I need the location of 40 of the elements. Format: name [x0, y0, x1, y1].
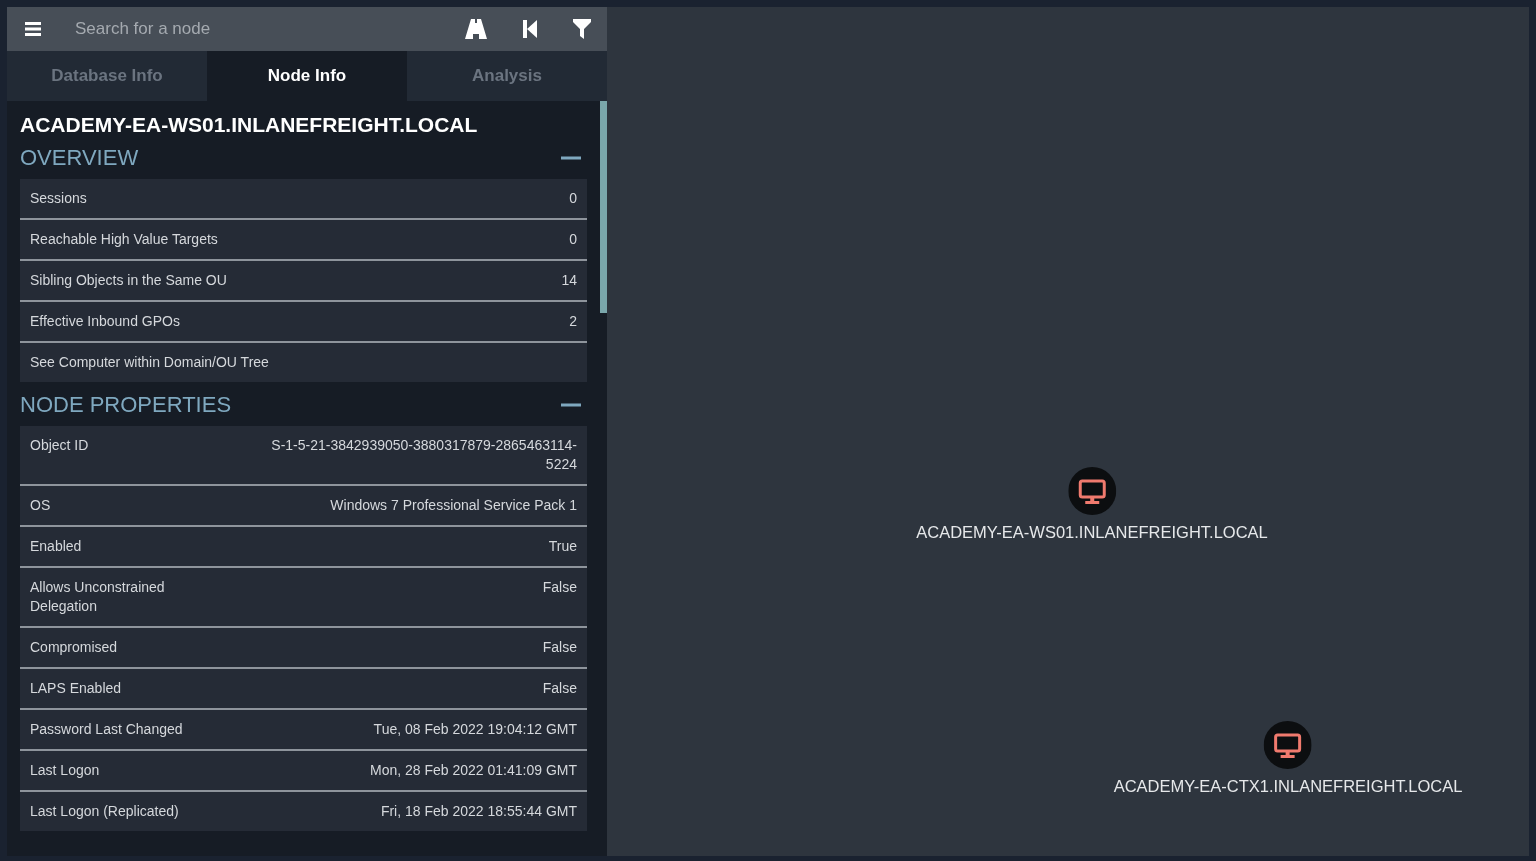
row-label: Allows Unconstrained Delegation	[30, 578, 166, 616]
row-label: Password Last Changed	[30, 720, 183, 739]
row-value: 14	[561, 271, 577, 290]
row-label: OS	[30, 496, 51, 515]
row-value: Mon, 28 Feb 2022 01:41:09 GMT	[370, 761, 577, 780]
row-value: 0	[569, 230, 577, 249]
row-label: See Computer within Domain/OU Tree	[30, 353, 269, 372]
row-label: Reachable High Value Targets	[30, 230, 218, 249]
section-title: NODE PROPERTIES	[20, 392, 232, 418]
row-value: S-1-5-21-3842939050-3880317879-2865463114-5224	[270, 436, 577, 474]
computer-node-icon[interactable]	[1068, 467, 1116, 515]
row-label: Enabled	[30, 537, 82, 556]
computer-node-icon[interactable]	[1264, 721, 1312, 769]
row-value: False	[542, 578, 577, 597]
row-value: 0	[569, 189, 577, 208]
row-label: Compromised	[30, 638, 118, 657]
row-label: Last Logon (Replicated)	[30, 802, 179, 821]
row-label: Sibling Objects in the Same OU	[30, 271, 227, 290]
node-label: ACADEMY-EA-WS01.INLANEFREIGHT.LOCAL	[916, 523, 1268, 542]
row-label: Object ID	[30, 436, 89, 455]
scrollbar-thumb[interactable]	[600, 101, 607, 313]
row-label: Effective Inbound GPOs	[30, 312, 180, 331]
section-title: OVERVIEW	[20, 145, 139, 171]
property-row[interactable]: See Computer within Domain/OU Tree	[20, 343, 587, 382]
row-value: False	[542, 638, 577, 657]
row-value: True	[548, 537, 577, 556]
skip-back-icon[interactable]	[521, 18, 539, 40]
node-title: ACADEMY-EA-WS01.INLANEFREIGHT.LOCAL	[20, 113, 479, 137]
row-value: Fri, 18 Feb 2022 18:55:44 GMT	[380, 802, 577, 821]
row-value: False	[542, 679, 577, 698]
road-icon[interactable]	[463, 17, 489, 41]
row-value: Tue, 08 Feb 2022 19:04:12 GMT	[373, 720, 577, 739]
row-value: Windows 7 Professional Service Pack 1	[330, 496, 577, 515]
row-label: Last Logon	[30, 761, 100, 780]
menu-icon[interactable]	[23, 20, 43, 38]
row-label: LAPS Enabled	[30, 679, 122, 698]
row-label: Sessions	[30, 189, 87, 208]
node-label: ACADEMY-EA-CTX1.INLANEFREIGHT.LOCAL	[1113, 777, 1463, 796]
row-value: 2	[569, 312, 577, 331]
filter-icon[interactable]	[571, 17, 593, 41]
